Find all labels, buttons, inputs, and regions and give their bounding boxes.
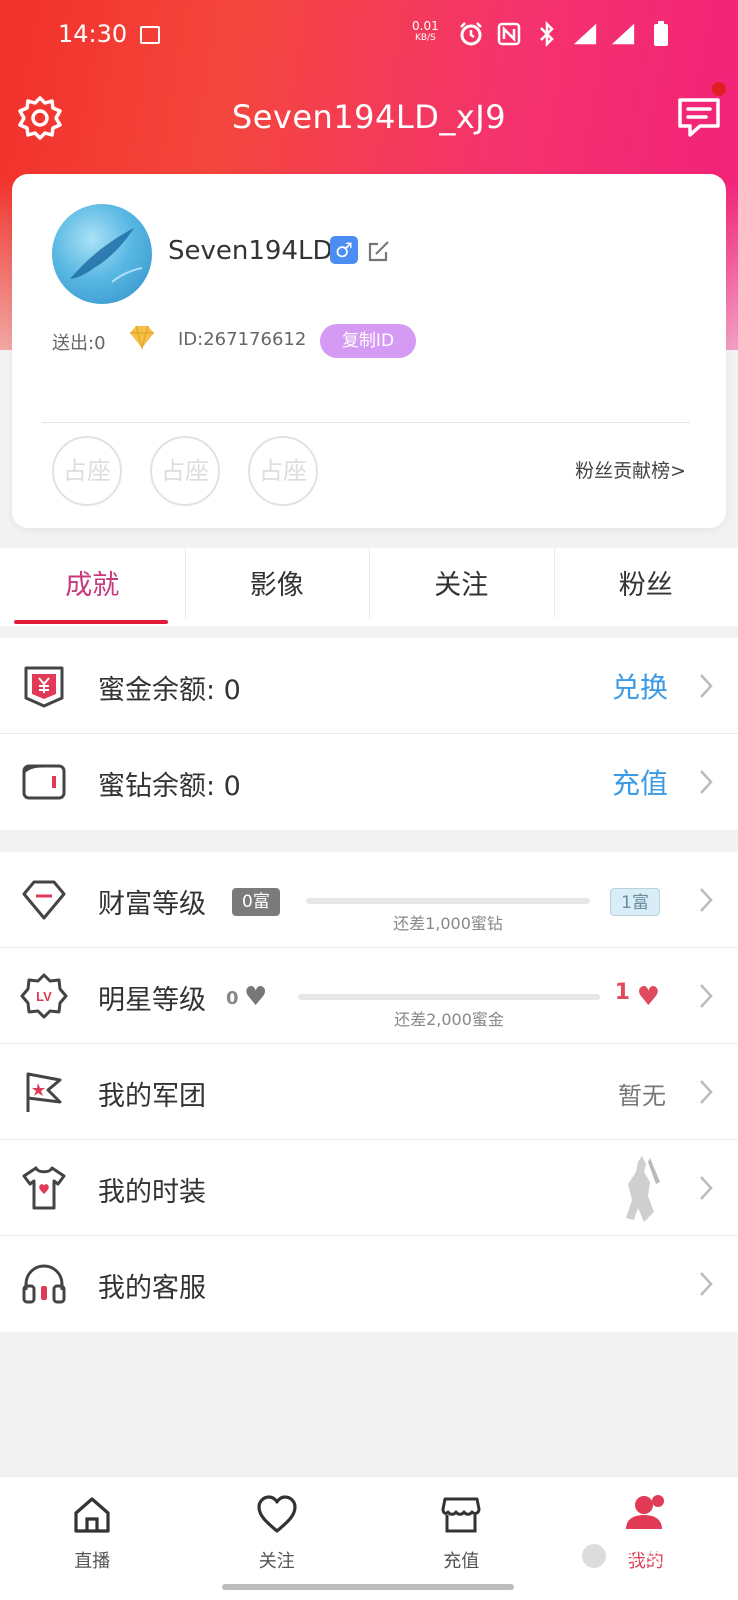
active-tab-indicator — [14, 620, 168, 624]
avatar[interactable] — [52, 204, 152, 304]
watermark-logo: 我爱安卓 52android.com — [572, 1530, 728, 1590]
star-next-level: 1 — [614, 980, 630, 1005]
watermark-text: 我爱安卓 — [616, 1540, 712, 1568]
grey-heart-icon: ♥ — [244, 982, 268, 1012]
battery-icon — [648, 20, 674, 48]
nav-label: 直播 — [74, 1551, 111, 1572]
wealth-progress-text: 还差1,000蜜钻 — [393, 914, 503, 933]
home-icon — [70, 1493, 114, 1537]
nav-follow[interactable]: 关注 — [185, 1477, 370, 1600]
customer-service-label: 我的客服 — [98, 1273, 206, 1304]
chevron-right-icon — [696, 766, 716, 798]
chevron-right-icon — [696, 1172, 716, 1204]
svg-text:LV: LV — [36, 989, 52, 1004]
nav-live[interactable]: 直播 — [0, 1477, 185, 1600]
menu-section: 财富等级 0富 还差1,000蜜钻 1富 LV 明星等级 0 ♥ 还差2,000… — [0, 852, 738, 1332]
page-title: Seven194LD_xJ9 — [231, 98, 507, 136]
status-time: 14:30 — [58, 20, 128, 48]
watermark-site: 52android.com — [616, 1570, 699, 1583]
lv-badge-icon: LV — [20, 972, 68, 1020]
shop-icon — [439, 1493, 483, 1537]
seat-placeholder[interactable]: 占座 — [52, 436, 122, 506]
chevron-right-icon — [696, 1268, 716, 1300]
legion-label: 我的军团 — [98, 1081, 206, 1112]
wealth-level-label: 财富等级 — [98, 889, 206, 920]
tab-fans[interactable]: 粉丝 — [553, 548, 738, 626]
customer-service-row[interactable]: 我的客服 — [0, 1236, 738, 1332]
signal-4g-icon — [610, 20, 636, 48]
flag-icon — [20, 1068, 68, 1116]
user-id: ID:267176612 — [178, 329, 307, 350]
wallet-icon — [20, 758, 68, 806]
status-bar: 14:30 0.01 KB/S — [0, 0, 738, 72]
exchange-button[interactable]: 兑换 — [612, 666, 668, 706]
legion-value: 暂无 — [618, 1082, 666, 1110]
username: Seven194LD — [168, 236, 333, 266]
star-progress-text: 还差2,000蜜金 — [394, 1010, 504, 1029]
tab-images[interactable]: 影像 — [184, 548, 370, 626]
chevron-right-icon — [696, 884, 716, 916]
recharge-button[interactable]: 充值 — [612, 762, 668, 802]
honey-gold-balance: 蜜金余额: 0 — [98, 675, 241, 706]
net-rate-unit: KB/S — [414, 33, 436, 43]
wealth-level-row[interactable]: 财富等级 0富 还差1,000蜜钻 1富 — [0, 852, 738, 948]
home-indicator — [222, 1584, 514, 1590]
diamond-outline-icon — [20, 876, 68, 924]
fashion-preview-image — [614, 1152, 666, 1226]
balance-section: 蜜金余额: 0 兑换 蜜钻余额: 0 充值 — [0, 638, 738, 830]
legion-row[interactable]: 我的军团 暂无 — [0, 1044, 738, 1140]
net-rate-value: 0.01 — [412, 19, 439, 33]
fashion-label: 我的时装 — [98, 1177, 206, 1208]
honey-diamond-row[interactable]: 蜜钻余额: 0 充值 — [0, 734, 738, 830]
heart-icon — [255, 1493, 299, 1537]
status-icons — [458, 20, 674, 48]
honey-gold-row[interactable]: 蜜金余额: 0 兑换 — [0, 638, 738, 734]
yen-coupon-icon — [20, 662, 68, 710]
nfc-icon — [496, 20, 522, 48]
alarm-icon — [458, 20, 484, 48]
tab-achievements[interactable]: 成就 — [0, 548, 185, 626]
red-heart-icon: ♥ — [636, 982, 660, 1012]
notification-dot — [712, 82, 726, 96]
edit-icon[interactable] — [366, 238, 392, 264]
nav-label: 关注 — [258, 1551, 295, 1572]
wealth-current-badge: 0富 — [232, 888, 280, 916]
wealth-next-badge: 1富 — [610, 888, 660, 916]
honey-diamond-balance: 蜜钻余额: 0 — [98, 771, 241, 802]
male-icon: ♂ — [330, 236, 358, 264]
card-divider — [42, 422, 690, 423]
star-level-label: 明星等级 — [98, 985, 206, 1016]
seat-placeholder[interactable]: 占座 — [150, 436, 220, 506]
headset-icon — [20, 1260, 68, 1308]
chevron-right-icon — [696, 670, 716, 702]
star-level-row[interactable]: LV 明星等级 0 ♥ 还差2,000蜜金 1 ♥ — [0, 948, 738, 1044]
net-rate: 0.01 KB/S — [412, 20, 439, 44]
bluetooth-icon — [534, 20, 560, 48]
message-icon[interactable] — [676, 94, 722, 140]
top-bar: Seven194LD_xJ9 — [0, 82, 738, 152]
copy-id-button[interactable]: 复制ID — [320, 324, 416, 358]
tshirt-icon — [20, 1164, 68, 1212]
star-progress-bar — [298, 994, 600, 1000]
star-current-level: 0 — [226, 988, 239, 1009]
chevron-right-icon — [696, 1076, 716, 1108]
nav-recharge[interactable]: 充值 — [369, 1477, 554, 1600]
sent-count: 送出:0 — [52, 333, 106, 354]
wealth-progress-bar — [306, 898, 590, 904]
chevron-right-icon — [696, 980, 716, 1012]
profile-card: Seven194LD ♂ 送出:0 ID:267176612 复制ID 占座 占… — [12, 174, 726, 528]
tab-following[interactable]: 关注 — [369, 548, 554, 626]
signal-g-icon — [572, 20, 598, 48]
fans-contribution-link[interactable]: 粉丝贡献榜> — [575, 456, 686, 483]
seat-placeholder[interactable]: 占座 — [248, 436, 318, 506]
image-icon — [140, 26, 160, 44]
profile-tabs: 成就 影像 关注 粉丝 — [0, 548, 738, 626]
nav-label: 充值 — [443, 1551, 480, 1572]
diamond-icon — [128, 324, 156, 351]
fashion-row[interactable]: 我的时装 — [0, 1140, 738, 1236]
